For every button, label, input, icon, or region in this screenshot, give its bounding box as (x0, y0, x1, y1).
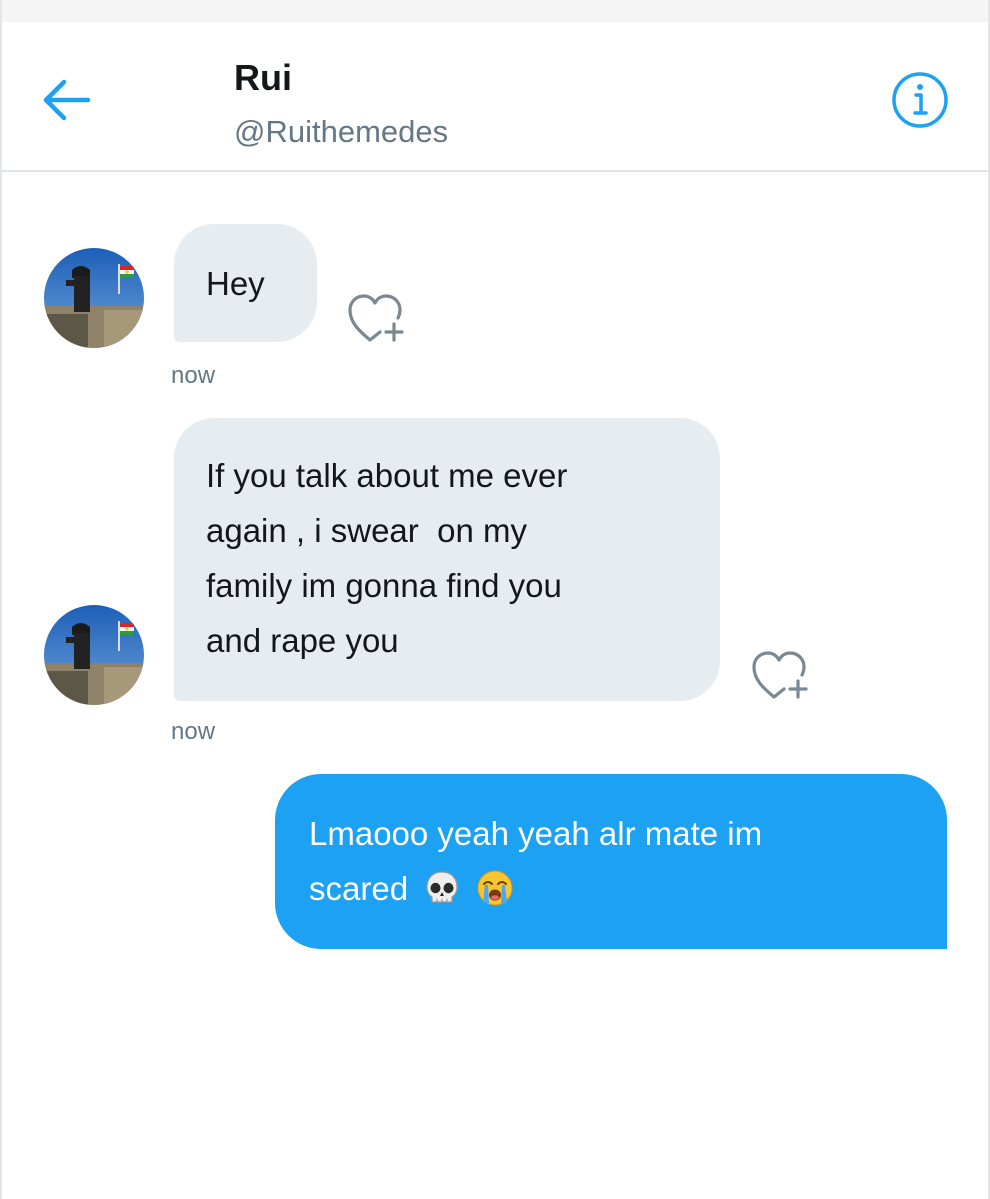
incoming-message-bubble[interactable]: Hey (174, 224, 317, 342)
sender-avatar[interactable] (44, 605, 144, 705)
message-text-line: again , i swear on my (206, 512, 527, 549)
contact-handle[interactable]: @Ruithemedes (234, 114, 448, 150)
contact-name[interactable]: Rui (234, 58, 292, 98)
back-button[interactable] (38, 74, 94, 126)
conversation-info-button[interactable] (890, 70, 950, 130)
message-text-line: If you talk about me ever (206, 457, 568, 494)
conversation-header: Rui @Ruithemedes (2, 22, 988, 172)
avatar-photo (44, 248, 144, 348)
outgoing-message-bubble[interactable]: Lmaooo yeah yeah alr mate im scared (275, 774, 947, 949)
message-text-line-with-emoji: scared (309, 861, 947, 916)
heart-plus-icon (752, 651, 808, 699)
message-text-line: Lmaooo yeah yeah alr mate im (309, 815, 763, 852)
heart-plus-icon (348, 294, 404, 342)
incoming-message-bubble[interactable]: If you talk about me ever again , i swea… (174, 418, 720, 701)
like-message-button[interactable] (750, 645, 810, 701)
message-text: scared (309, 870, 409, 907)
arrow-left-icon (43, 79, 91, 121)
sender-avatar[interactable] (44, 248, 144, 348)
loudly-crying-face-emoji (476, 869, 514, 907)
message-text: Hey (206, 265, 265, 302)
like-message-button[interactable] (346, 288, 406, 344)
message-text-line: and rape you (206, 622, 399, 659)
message-timestamp: now (171, 362, 216, 389)
info-icon (892, 72, 948, 128)
avatar-photo (44, 605, 144, 705)
message-text-line: family im gonna find you (206, 567, 562, 604)
dm-conversation-screen: Rui @Ruithemedes Hey now If you talk abo… (0, 0, 990, 1199)
message-timestamp: now (171, 718, 216, 745)
skull-emoji (423, 869, 461, 907)
status-bar-strip (2, 0, 988, 23)
